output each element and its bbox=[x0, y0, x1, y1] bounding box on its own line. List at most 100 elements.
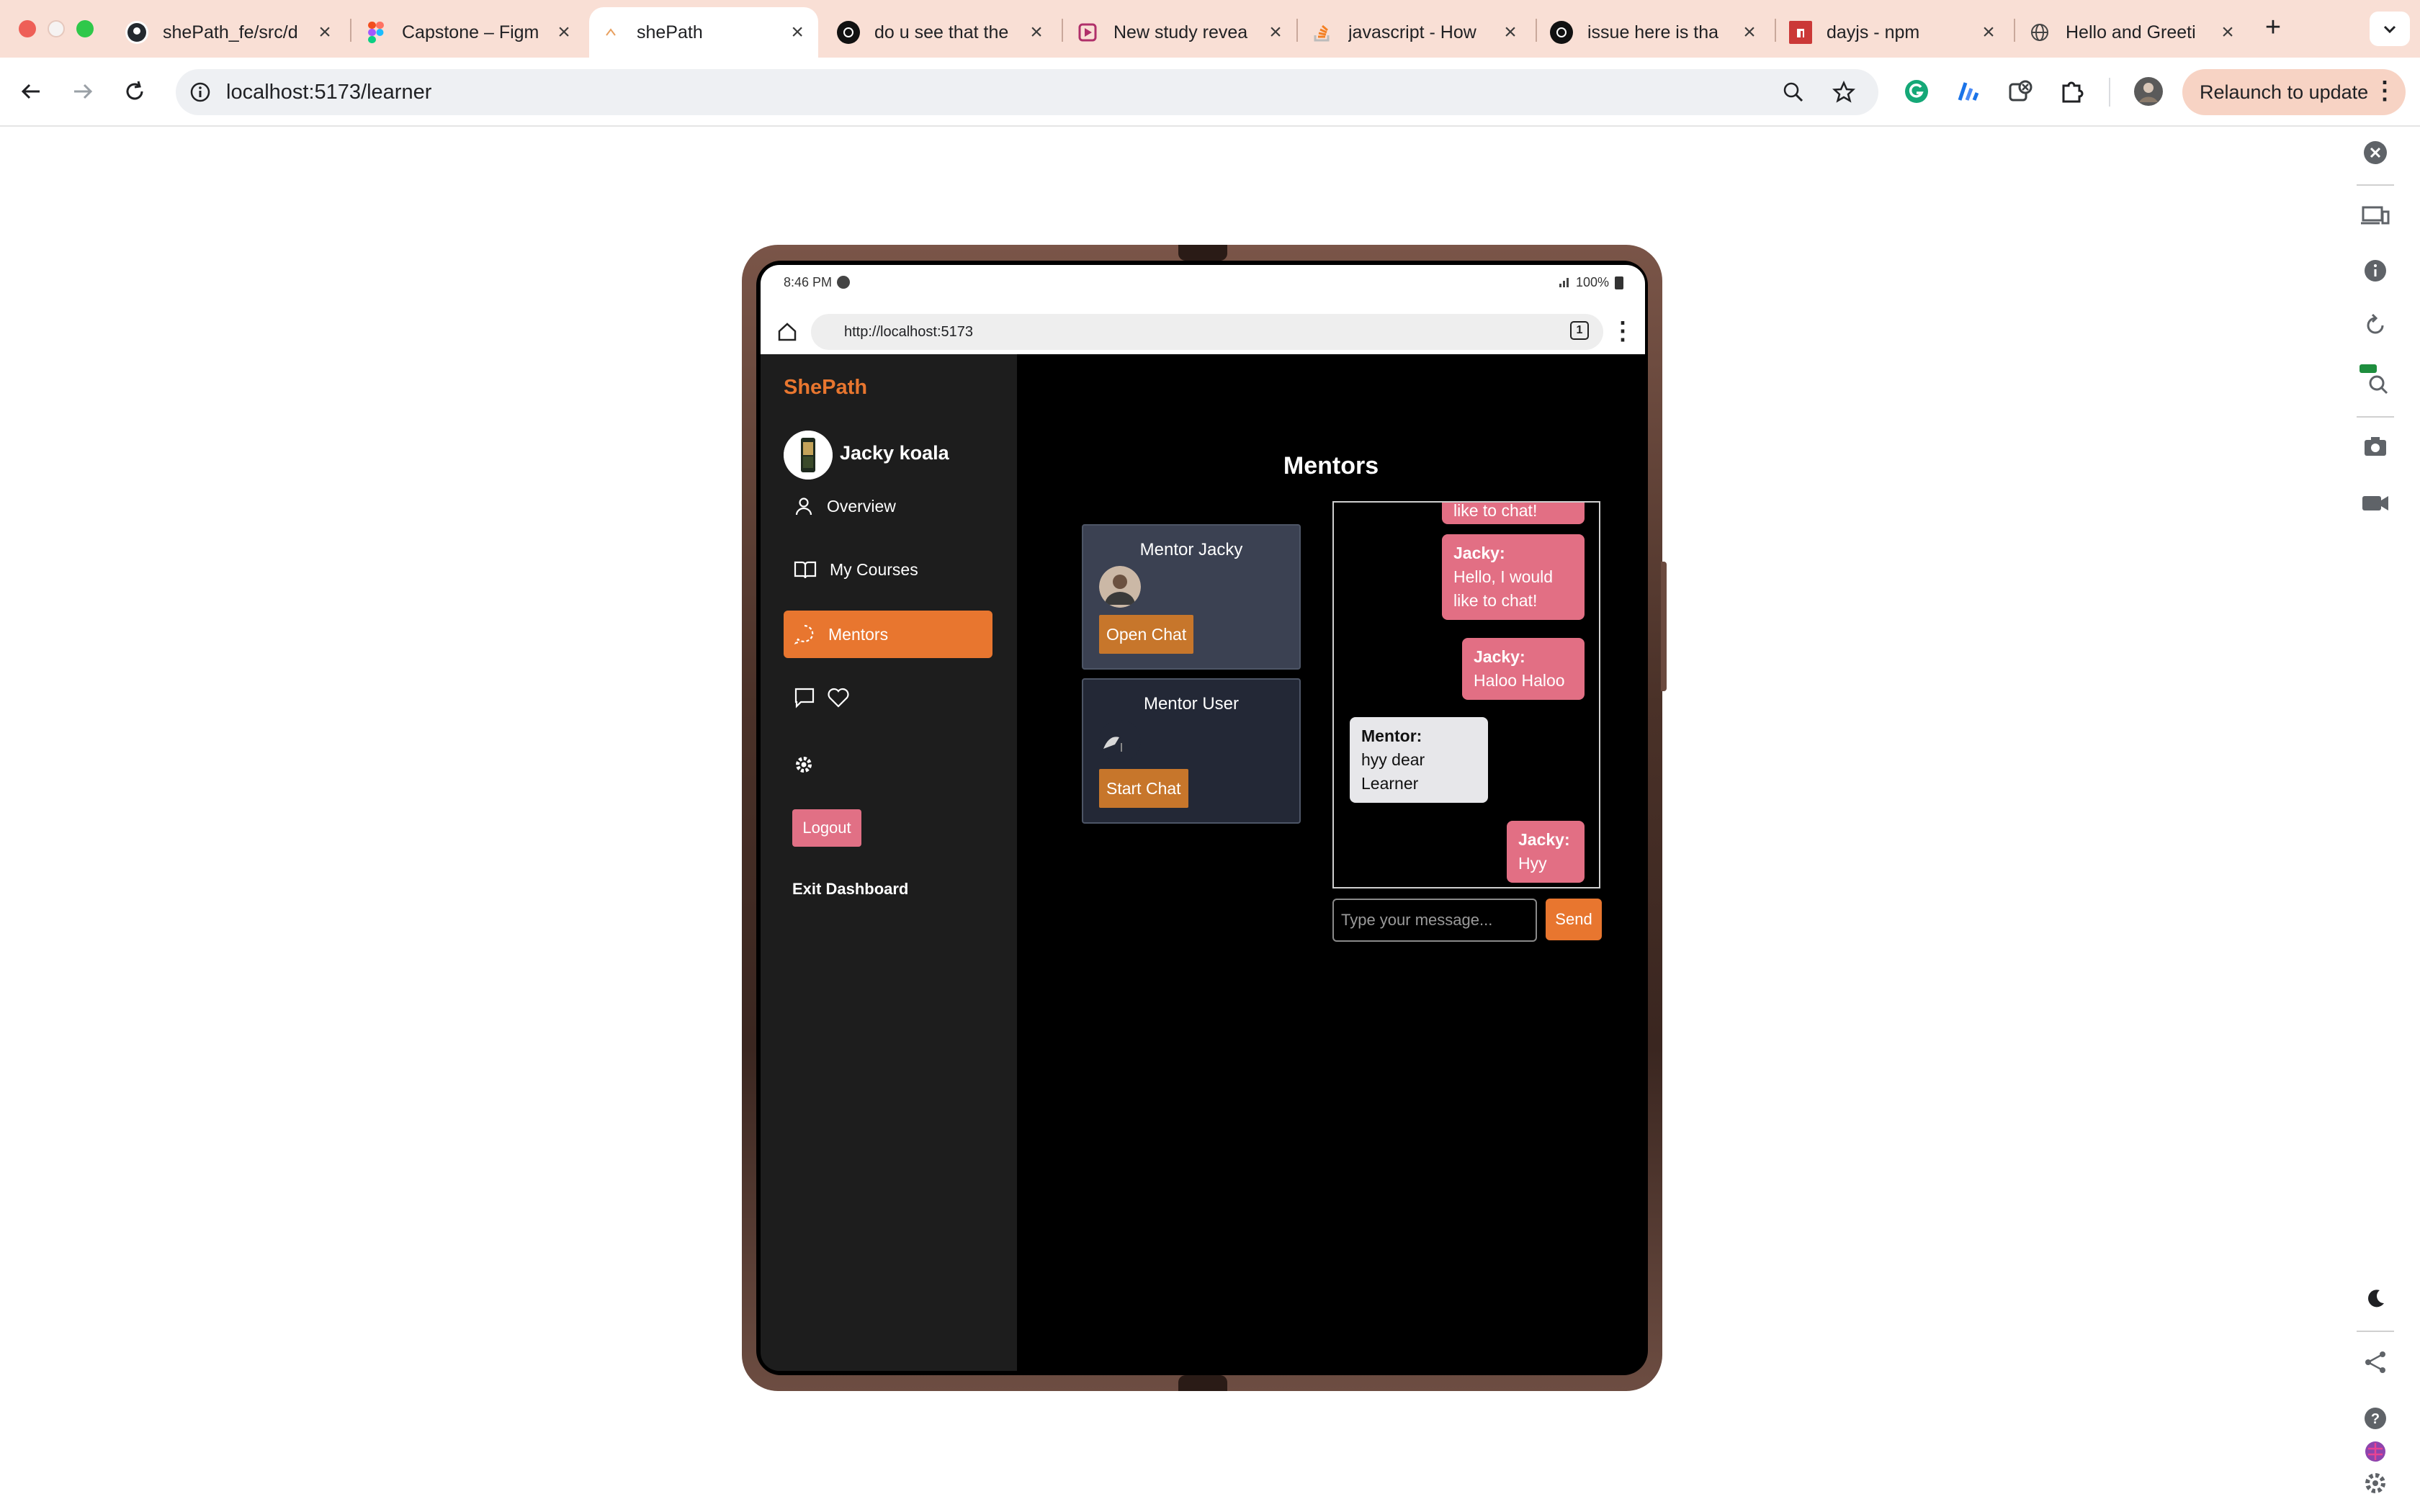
browser-toolbar: localhost:5173/learner Relaunch to updat… bbox=[0, 58, 2420, 127]
tab-shepath[interactable]: shePath × bbox=[589, 7, 818, 58]
analytics-extension-icon[interactable] bbox=[1950, 73, 1986, 109]
back-button[interactable] bbox=[13, 73, 49, 109]
tab-close-icon[interactable]: × bbox=[786, 20, 808, 45]
close-circle-icon[interactable] bbox=[2355, 132, 2396, 173]
main-content: Mentors Mentor Jacky Open Chat Mentor Us… bbox=[1017, 354, 1645, 1371]
mobile-url: http://localhost:5173 bbox=[844, 323, 974, 340]
chatgpt-icon bbox=[1550, 21, 1573, 44]
moon-icon[interactable] bbox=[2355, 1279, 2396, 1319]
chatgpt-icon bbox=[837, 21, 860, 44]
tab-perplexity[interactable]: New study revea × bbox=[1066, 7, 1296, 58]
logout-button[interactable]: Logout bbox=[792, 809, 861, 847]
rotate-icon[interactable] bbox=[2355, 305, 2396, 346]
tab-count-icon[interactable]: 1 bbox=[1570, 321, 1589, 340]
tab-close-icon[interactable]: × bbox=[314, 20, 336, 45]
share-icon[interactable] bbox=[2355, 1342, 2396, 1382]
extensions-puzzle-icon[interactable] bbox=[2054, 73, 2090, 109]
chat-message: Jacky: Haloo Haloo bbox=[1462, 638, 1585, 700]
hinge-top bbox=[1178, 245, 1227, 261]
new-zoom-icon[interactable] bbox=[2355, 360, 2396, 400]
tab-close-icon[interactable]: × bbox=[1978, 20, 1999, 45]
user-avatar[interactable] bbox=[784, 431, 833, 480]
forward-button[interactable] bbox=[65, 73, 101, 109]
minimize-window-button[interactable] bbox=[48, 20, 65, 37]
message-sender: Jacky: bbox=[1474, 647, 1525, 666]
tab-title: shePath bbox=[637, 22, 703, 42]
brand-logo[interactable]: ShePath bbox=[784, 376, 867, 400]
tab-hello[interactable]: Hello and Greeti × bbox=[2018, 7, 2249, 58]
message-text: Hello, I would like to chat! bbox=[1453, 567, 1554, 610]
more-vert-icon[interactable]: ⋮ bbox=[2372, 76, 2397, 105]
tab-close-icon[interactable]: × bbox=[1739, 20, 1760, 45]
maximize-window-button[interactable] bbox=[76, 20, 94, 37]
devices-icon[interactable] bbox=[2355, 196, 2396, 236]
blocker-extension-icon[interactable] bbox=[2002, 73, 2038, 109]
settings-icon[interactable] bbox=[794, 755, 814, 778]
nav-mentors[interactable]: Mentors bbox=[784, 611, 992, 658]
tab-npm[interactable]: dayjs - npm × bbox=[1779, 7, 2009, 58]
status-time: 8:46 PM bbox=[784, 275, 833, 289]
tab-github[interactable]: shePath_fe/src/d × bbox=[115, 7, 346, 58]
tab-chatgpt-2[interactable]: issue here is tha × bbox=[1540, 7, 1770, 58]
tab-search-button[interactable] bbox=[2370, 12, 2410, 46]
zoom-icon[interactable] bbox=[1782, 81, 1805, 104]
tab-stackoverflow[interactable]: javascript - How × bbox=[1301, 7, 1531, 58]
message-sender: Mentor: bbox=[1361, 726, 1422, 745]
nav-label: My Courses bbox=[830, 559, 918, 579]
start-chat-button[interactable]: Start Chat bbox=[1099, 769, 1188, 808]
perplexity-icon bbox=[1076, 21, 1099, 44]
close-window-button[interactable] bbox=[19, 20, 36, 37]
tab-title: shePath_fe/src/d bbox=[163, 22, 298, 42]
stackoverflow-icon bbox=[1311, 21, 1334, 44]
tab-chatgpt-1[interactable]: do u see that the × bbox=[827, 7, 1057, 58]
tab-bar: shePath_fe/src/d × Capstone – Figm × she… bbox=[0, 0, 2420, 58]
new-tab-button[interactable]: + bbox=[2257, 12, 2289, 43]
message-text: Hyy bbox=[1518, 854, 1547, 873]
tab-close-icon[interactable]: × bbox=[1026, 20, 1047, 45]
nav-label: Overview bbox=[827, 496, 896, 516]
tab-title: issue here is tha bbox=[1587, 22, 1719, 42]
site-info-icon[interactable] bbox=[189, 81, 212, 104]
open-chat-button[interactable]: Open Chat bbox=[1099, 615, 1194, 654]
send-button[interactable]: Send bbox=[1546, 899, 1602, 940]
tab-title: Capstone – Figm bbox=[402, 22, 539, 42]
relaunch-button[interactable]: Relaunch to update ⋮ bbox=[2182, 69, 2406, 115]
mobile-menu-icon[interactable]: ⋮ bbox=[1610, 317, 1635, 346]
github-icon bbox=[125, 21, 148, 44]
info-icon[interactable] bbox=[2355, 251, 2396, 291]
settings-gear-icon[interactable] bbox=[2355, 1463, 2396, 1503]
battery-percent: 100% bbox=[1576, 275, 1610, 289]
nav-overview[interactable]: Overview bbox=[784, 482, 992, 530]
heart-icon[interactable] bbox=[827, 687, 850, 712]
tab-close-icon[interactable]: × bbox=[553, 20, 575, 45]
reload-button[interactable] bbox=[117, 73, 153, 109]
grammarly-icon[interactable] bbox=[1899, 73, 1935, 109]
chat-window[interactable]: like to chat! Jacky: Hello, I would like… bbox=[1332, 501, 1600, 888]
address-bar[interactable]: localhost:5173/learner bbox=[176, 69, 1878, 115]
tab-close-icon[interactable]: × bbox=[1265, 20, 1286, 45]
tab-title: New study revea bbox=[1113, 22, 1248, 42]
relaunch-label: Relaunch to update bbox=[2200, 81, 2369, 103]
camera-icon[interactable] bbox=[2355, 426, 2396, 467]
chat-bubble-icon bbox=[794, 624, 814, 644]
arrow-left-icon bbox=[21, 84, 40, 99]
video-camera-icon[interactable] bbox=[2355, 482, 2396, 523]
nav-my-courses[interactable]: My Courses bbox=[784, 546, 992, 593]
tab-title: javascript - How bbox=[1348, 22, 1476, 42]
bookmark-star-icon[interactable] bbox=[1832, 81, 1855, 104]
message-input[interactable] bbox=[1332, 899, 1537, 942]
mobile-address-bar[interactable]: http://localhost:5173 bbox=[811, 314, 1603, 371]
tab-close-icon[interactable]: × bbox=[1500, 20, 1521, 45]
mentor-card: Mentor Jacky Open Chat bbox=[1082, 524, 1301, 670]
device-side-button bbox=[1661, 562, 1667, 691]
chat-message: Jacky: Hyy bbox=[1507, 821, 1585, 883]
profile-avatar[interactable] bbox=[2130, 73, 2166, 109]
tab-close-icon[interactable]: × bbox=[2217, 20, 2238, 45]
home-icon[interactable] bbox=[776, 321, 798, 346]
message-icon[interactable] bbox=[794, 687, 815, 712]
exit-dashboard-link[interactable]: Exit Dashboard bbox=[792, 880, 908, 899]
mentor-avatar bbox=[1099, 566, 1141, 608]
hinge-bottom bbox=[1178, 1375, 1227, 1391]
globe-icon bbox=[2028, 21, 2051, 44]
tab-figma[interactable]: Capstone – Figm × bbox=[354, 7, 585, 58]
